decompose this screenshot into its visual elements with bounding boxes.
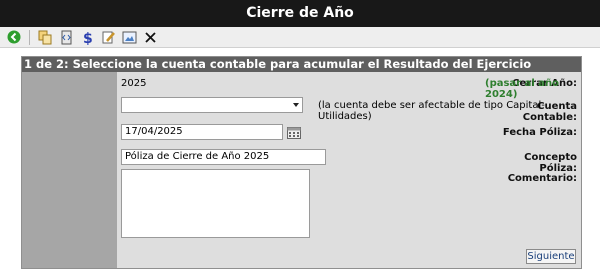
concepto-poliza-label: Concepto Póliza:: [524, 152, 577, 174]
toolbar-separator: [29, 29, 30, 45]
image-icon[interactable]: [121, 29, 138, 46]
panel-header: 1 de 2: Seleccione la cuenta contable pa…: [22, 57, 581, 72]
cuenta-contable-select[interactable]: [121, 97, 303, 113]
window-title: Cierre de Año: [0, 0, 600, 27]
comentario-textarea[interactable]: [121, 169, 310, 238]
cuenta-hint: (la cuenta debe ser afectable de tipo Ca…: [318, 100, 545, 122]
svg-text:$: $: [83, 31, 93, 45]
concepto-poliza-input[interactable]: Póliza de Cierre de Año 2025: [121, 149, 326, 165]
pasar-ano-link[interactable]: (pasar al año 2024): [485, 78, 581, 100]
chevron-down-icon: [293, 103, 299, 107]
form-panel: 1 de 2: Seleccione la cuenta contable pa…: [21, 56, 582, 269]
toolbar: $: [0, 27, 600, 48]
fecha-poliza-label: Fecha Póliza:: [502, 127, 577, 138]
comentario-label: Comentario:: [507, 173, 577, 184]
code-icon[interactable]: [58, 29, 75, 46]
back-arrow-icon[interactable]: [5, 29, 22, 46]
fecha-poliza-input[interactable]: 17/04/2025: [121, 124, 283, 140]
cerrar-ano-value: 2025: [121, 78, 147, 89]
dollar-icon[interactable]: $: [79, 29, 96, 46]
copy-icon[interactable]: [37, 29, 54, 46]
calendar-icon[interactable]: [287, 126, 301, 139]
siguiente-button[interactable]: Siguiente: [526, 249, 576, 264]
label-column: [22, 72, 117, 268]
close-icon[interactable]: [142, 29, 159, 46]
edit-icon[interactable]: [100, 29, 117, 46]
